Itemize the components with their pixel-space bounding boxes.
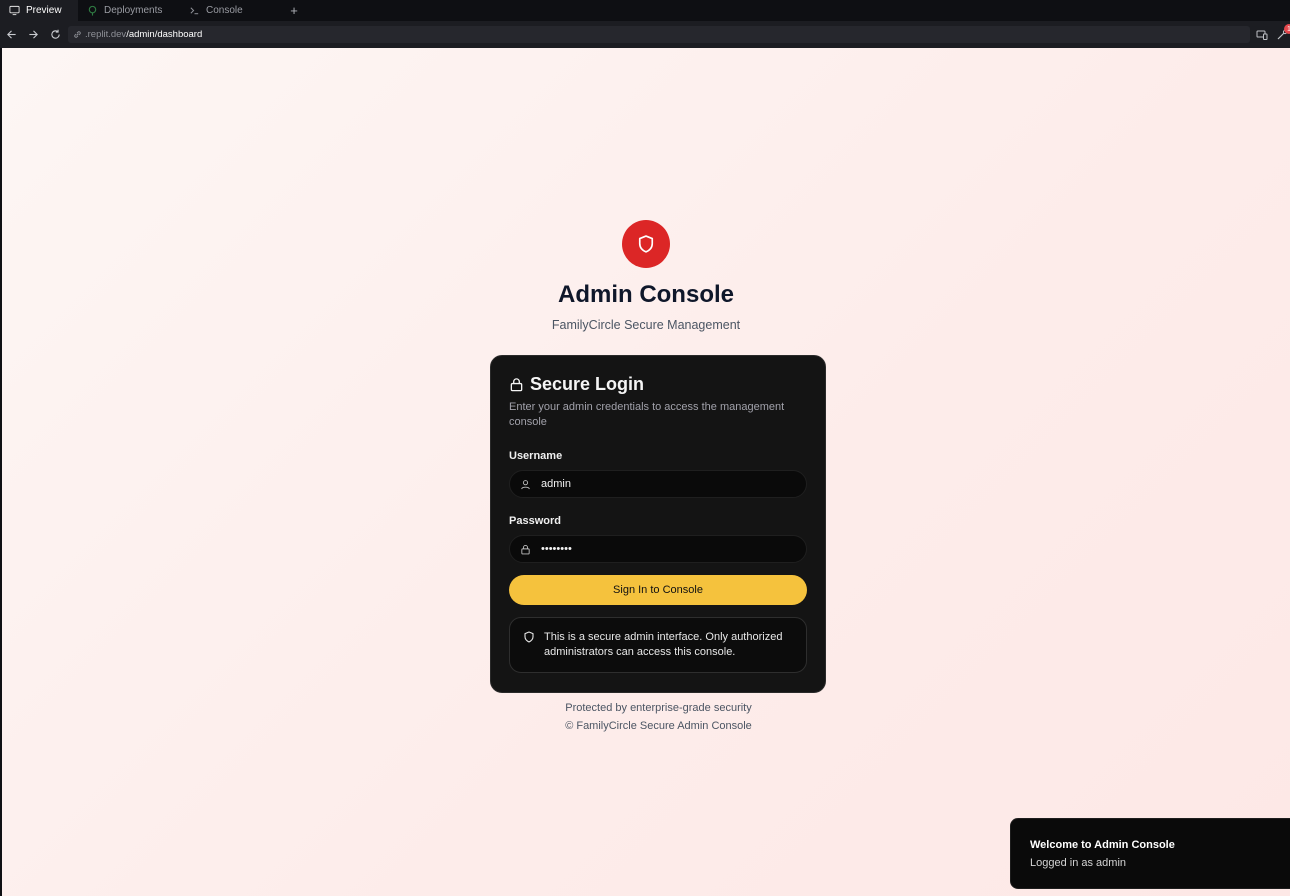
- page-viewport: Admin Console FamilyCircle Secure Manage…: [2, 48, 1290, 896]
- page-subtitle: FamilyCircle Secure Management: [551, 318, 741, 332]
- logo: [622, 220, 670, 268]
- tab-label: Deployments: [104, 5, 163, 16]
- security-notice: This is a secure admin interface. Only a…: [509, 617, 807, 673]
- password-label: Password: [509, 515, 561, 527]
- password-value: ••••••••: [541, 543, 572, 555]
- card-description: Enter your admin credentials to access t…: [509, 401, 785, 428]
- login-header: Admin Console FamilyCircle Secure Manage…: [2, 220, 1290, 332]
- back-button[interactable]: [1, 21, 22, 48]
- user-icon: [519, 478, 531, 490]
- forward-button[interactable]: [23, 21, 44, 48]
- tab-label: Console: [206, 5, 243, 16]
- card-title: Secure Login: [530, 374, 645, 394]
- new-tab-button[interactable]: +: [282, 0, 306, 21]
- welcome-toast[interactable]: Welcome to Admin Console Logged in as ad…: [1010, 818, 1290, 889]
- url-path: /admin/dashboard: [126, 29, 203, 40]
- username-field[interactable]: admin: [509, 470, 807, 498]
- monitor-icon: [8, 5, 20, 17]
- lock-icon: [510, 378, 523, 392]
- arrow-right-icon: [29, 30, 38, 39]
- arrow-left-icon: [7, 30, 16, 39]
- tab-console[interactable]: Console: [180, 0, 282, 21]
- password-field[interactable]: ••••••••: [509, 535, 807, 563]
- shield-icon: [524, 631, 534, 643]
- username-label: Username: [509, 450, 563, 462]
- tab-preview[interactable]: Preview: [0, 0, 78, 21]
- toast-title: Welcome to Admin Console: [1030, 839, 1175, 851]
- footer-copyright: © FamilyCircle Secure Admin Console: [565, 720, 752, 732]
- lock-icon: [519, 543, 531, 555]
- toast-description: Logged in as admin: [1030, 857, 1127, 869]
- tab-label: Preview: [26, 5, 62, 16]
- devtools-button[interactable]: 1: [1274, 24, 1290, 42]
- deploy-icon: [86, 5, 98, 17]
- url-host: .replit.dev: [85, 29, 127, 40]
- link-icon: [74, 31, 81, 38]
- devices-icon: [1256, 30, 1267, 40]
- card-header: Secure Login: [509, 374, 807, 395]
- shield-icon: [638, 235, 654, 253]
- footer-security-text: Protected by enterprise-grade security: [565, 702, 752, 714]
- address-bar: .replit.dev/admin/dashboard 1: [0, 21, 1290, 48]
- reload-icon: [51, 29, 60, 39]
- reload-button[interactable]: [45, 21, 66, 48]
- browser-tab-bar: Preview Deployments Console +: [0, 0, 1290, 21]
- username-value: admin: [541, 478, 571, 490]
- login-card: Secure Login Enter your admin credential…: [490, 355, 826, 693]
- page-footer: Protected by enterprise-grade security ©…: [2, 699, 1290, 735]
- page-title: Admin Console: [557, 281, 734, 308]
- terminal-icon: [188, 5, 200, 17]
- url-field[interactable]: .replit.dev/admin/dashboard: [68, 26, 1250, 43]
- tab-deployments[interactable]: Deployments: [78, 0, 180, 21]
- devices-button[interactable]: [1254, 27, 1269, 42]
- notice-text: This is a secure admin interface. Only a…: [544, 631, 783, 658]
- sign-in-button[interactable]: Sign In to Console: [509, 575, 807, 605]
- notification-badge: 1: [1284, 24, 1290, 34]
